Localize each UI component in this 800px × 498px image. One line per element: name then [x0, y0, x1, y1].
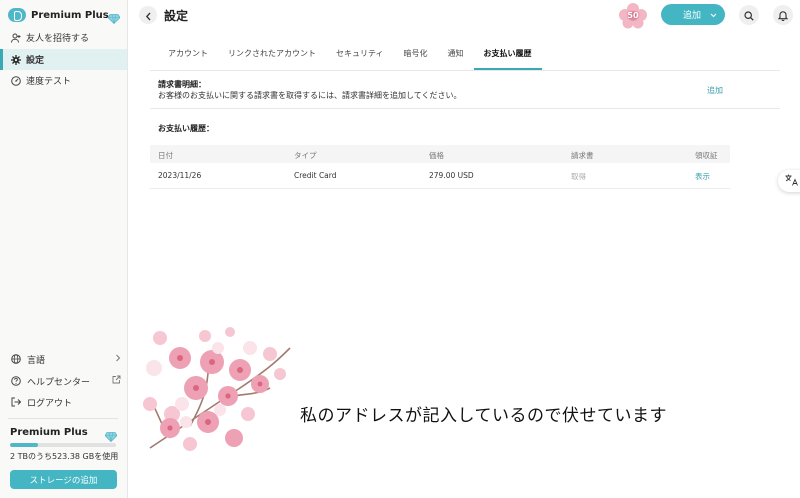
chevron-right-icon [115, 354, 121, 365]
storage-usage-text: 2 TBのうち523.38 GBを使用 [10, 452, 119, 461]
column-header-date: 日付 [158, 151, 173, 160]
row-date: 2023/11/26 [158, 171, 202, 180]
tab-security[interactable]: セキュリティ [326, 44, 394, 70]
external-link-icon [112, 375, 121, 387]
row-type: Credit Card [294, 171, 337, 180]
speedometer-icon [11, 75, 21, 86]
sidebar-item-label: 言語 [27, 355, 46, 366]
storage-progress-bar [10, 443, 116, 447]
sidebar-item-language[interactable]: 言語 [0, 349, 127, 369]
column-header-price: 価格 [429, 151, 444, 160]
plan-title: Premium Plus [10, 427, 88, 438]
cherry-blossom-decoration [143, 327, 291, 451]
promo-badge[interactable]: 50 [617, 3, 649, 29]
gear-icon [11, 54, 21, 65]
payment-table-header: 日付 タイプ 価格 請求書 領収証 [150, 145, 730, 163]
sidebar-item-label: 友人を招待する [26, 34, 90, 44]
diamond-icon [107, 9, 121, 28]
translate-icon [785, 174, 799, 189]
add-dropdown-button[interactable]: 追加 [661, 4, 725, 25]
sidebar-item-label: ヘルプセンター [27, 377, 91, 388]
privacy-overlay-text: 私のアドレスが記入しているので伏せています [300, 406, 667, 426]
table-row: 2023/11/26 Credit Card 279.00 USD 取得 表示 [150, 163, 730, 189]
column-header-type: タイプ [294, 151, 317, 160]
sidebar-item-speed-test[interactable]: 速度テスト [0, 70, 127, 91]
sidebar-item-label: 速度テスト [26, 77, 72, 87]
invoice-details-title: 請求書明細： [158, 80, 206, 89]
promo-badge-text: 50 [627, 11, 639, 20]
tab-account[interactable]: アカウント [158, 44, 218, 70]
brand-name: Premium Plus [31, 9, 109, 21]
sidebar-item-logout[interactable]: ログアウト [0, 392, 127, 412]
settings-tabs: アカウント リンクされたアカウント セキュリティ 暗号化 通知 お支払い履歴 [158, 44, 542, 70]
bell-icon [777, 6, 789, 25]
back-button[interactable] [139, 6, 157, 24]
invoice-details-description: お客様のお支払いに関する請求書を取得するには、請求書詳細を追加してください。 [158, 91, 462, 100]
tab-notifications[interactable]: 通知 [438, 44, 474, 70]
add-person-icon [11, 33, 21, 43]
search-icon [744, 6, 754, 25]
add-button-label: 追加 [683, 11, 702, 21]
page-title: 設定 [164, 9, 189, 23]
sidebar: Premium Plus 友人を招待する 設定 速度テスト 言語 ヘルプセンター… [0, 0, 128, 498]
tab-payment-history[interactable]: お支払い履歴 [473, 44, 542, 70]
get-invoice-link[interactable]: 取得 [571, 171, 586, 182]
sidebar-item-label: ログアウト [27, 398, 73, 409]
sidebar-divider [8, 418, 118, 419]
add-invoice-details-link[interactable]: 追加 [707, 85, 723, 96]
sidebar-item-invite[interactable]: 友人を招待する [0, 27, 127, 48]
add-storage-button[interactable]: ストレージの追加 [10, 470, 117, 489]
storage-progress-fill [10, 443, 38, 447]
column-header-invoice: 請求書 [571, 151, 594, 160]
translate-button[interactable] [778, 170, 800, 192]
notifications-button[interactable] [773, 5, 793, 25]
tabs-divider [150, 70, 780, 71]
chevron-left-icon [145, 6, 152, 25]
column-header-receipt: 領収証 [695, 151, 718, 160]
globe-icon [11, 354, 21, 364]
logout-icon [11, 397, 21, 407]
sidebar-item-settings[interactable]: 設定 [0, 49, 127, 70]
view-receipt-link[interactable]: 表示 [695, 171, 710, 182]
help-circle-icon [11, 376, 21, 386]
tab-encryption[interactable]: 暗号化 [394, 44, 438, 70]
row-price: 279.00 USD [429, 171, 474, 180]
sidebar-item-label: 設定 [26, 56, 45, 66]
brand[interactable]: Premium Plus [8, 6, 122, 25]
search-button[interactable] [739, 5, 759, 25]
section-divider [150, 108, 780, 109]
sidebar-item-help-center[interactable]: ヘルプセンター [0, 371, 127, 391]
tab-linked-accounts[interactable]: リンクされたアカウント [218, 44, 326, 70]
brand-logo-icon [8, 8, 26, 22]
chevron-down-icon [710, 11, 717, 21]
payment-history-title: お支払い履歴： [158, 124, 214, 133]
